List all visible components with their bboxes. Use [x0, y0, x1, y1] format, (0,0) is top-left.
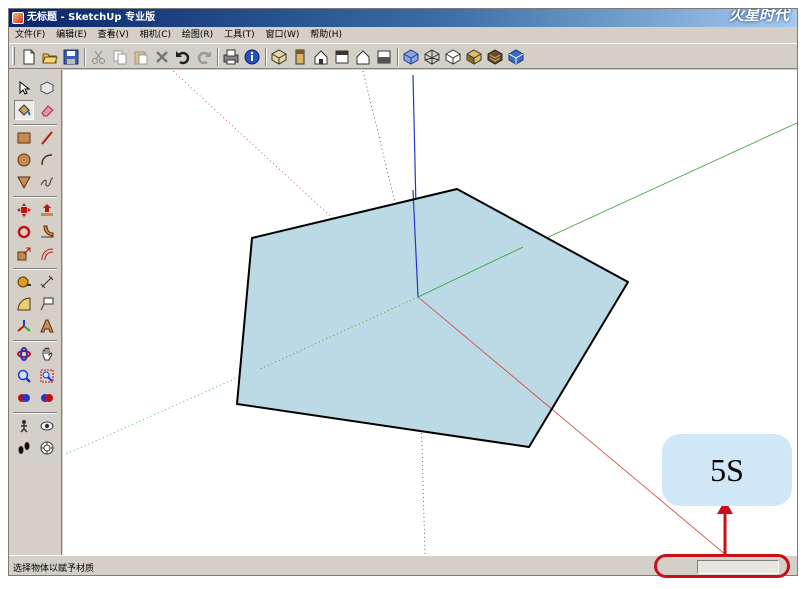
callout-arrow-icon — [717, 500, 733, 556]
offset-tool-icon[interactable] — [37, 244, 57, 264]
tool-separator — [13, 340, 57, 342]
sketchup-app-icon — [12, 12, 24, 24]
dimension-tool-icon[interactable] — [37, 272, 57, 292]
paint-bucket-tool-icon[interactable] — [14, 100, 34, 120]
3d-text-tool-icon[interactable] — [37, 316, 57, 336]
callout-label: 5S — [710, 451, 744, 488]
menu-camera[interactable]: 相机(C) — [140, 30, 171, 40]
cut-icon[interactable] — [89, 48, 109, 66]
tool-separator — [13, 412, 57, 414]
menu-draw[interactable]: 绘图(R) — [182, 30, 213, 40]
freehand-tool-icon[interactable] — [37, 172, 57, 192]
menu-file[interactable]: 文件(F) — [15, 30, 45, 40]
model-info-icon[interactable] — [242, 48, 262, 66]
tape-measure-tool-icon[interactable] — [14, 272, 34, 292]
back-view-icon[interactable] — [353, 48, 373, 66]
menu-tools[interactable]: 工具(T) — [224, 30, 255, 40]
menu-window[interactable]: 窗口(W) — [265, 30, 299, 40]
protractor-tool-icon[interactable] — [14, 294, 34, 314]
paste-icon[interactable] — [131, 48, 151, 66]
tool-separator — [13, 268, 57, 270]
large-tool-set — [9, 70, 62, 555]
axes-tool-icon[interactable] — [14, 316, 34, 336]
text-tool-icon[interactable] — [37, 294, 57, 314]
polygon-tool-icon[interactable] — [14, 172, 34, 192]
walk-tool-icon[interactable] — [14, 438, 34, 458]
previous-view-icon[interactable] — [14, 388, 34, 408]
toolbar-separator — [84, 48, 86, 66]
monochrome-icon[interactable] — [506, 48, 526, 66]
pan-tool-icon[interactable] — [37, 344, 57, 364]
zoom-window-tool-icon[interactable] — [37, 366, 57, 386]
save-icon[interactable] — [61, 48, 81, 66]
menu-view[interactable]: 查看(V) — [98, 30, 129, 40]
new-file-icon[interactable] — [19, 48, 39, 66]
xray-icon[interactable] — [401, 48, 421, 66]
right-view-icon[interactable] — [332, 48, 352, 66]
toolbar-separator — [397, 48, 399, 66]
tool-separator — [13, 196, 57, 198]
standard-toolbar — [9, 43, 797, 69]
component-tool-icon[interactable] — [37, 78, 57, 98]
move-tool-icon[interactable] — [14, 200, 34, 220]
title-bar: 无标题 - SketchUp 专业版 火星时代 w w w . h x s d … — [9, 9, 797, 35]
shaded-icon[interactable] — [464, 48, 484, 66]
menu-help[interactable]: 帮助(H) — [310, 30, 342, 40]
rotate-tool-icon[interactable] — [14, 222, 34, 242]
line-tool-icon[interactable] — [37, 128, 57, 148]
erase-icon[interactable] — [152, 48, 172, 66]
iso-view-icon[interactable] — [269, 48, 289, 66]
select-tool-icon[interactable] — [14, 78, 34, 98]
next-view-icon[interactable] — [37, 388, 57, 408]
window-title: 无标题 - SketchUp 专业版 — [27, 12, 156, 23]
section-plane-icon[interactable] — [37, 438, 57, 458]
toolbar-separator — [217, 48, 219, 66]
arc-tool-icon[interactable] — [37, 150, 57, 170]
undo-icon[interactable] — [173, 48, 193, 66]
rectangle-tool-icon[interactable] — [14, 128, 34, 148]
tool-separator — [13, 124, 57, 126]
position-camera-icon[interactable] — [14, 416, 34, 436]
toolbar-separator — [265, 48, 267, 66]
wireframe-icon[interactable] — [422, 48, 442, 66]
left-view-icon[interactable] — [374, 48, 394, 66]
front-view-icon[interactable] — [311, 48, 331, 66]
toolbar-grip[interactable] — [12, 47, 15, 65]
follow-me-tool-icon[interactable] — [37, 222, 57, 242]
status-text: 选择物体以赋予材质 — [13, 564, 95, 574]
callout-bubble: 5S — [662, 434, 792, 506]
top-view-icon[interactable] — [290, 48, 310, 66]
circle-tool-icon[interactable] — [14, 150, 34, 170]
hidden-line-icon[interactable] — [443, 48, 463, 66]
print-icon[interactable] — [221, 48, 241, 66]
copy-icon[interactable] — [110, 48, 130, 66]
zoom-tool-icon[interactable] — [14, 366, 34, 386]
menu-bar: 文件(F) 编辑(E) 查看(V) 相机(C) 绘图(R) 工具(T) 窗口(W… — [9, 27, 797, 43]
orbit-tool-icon[interactable] — [14, 344, 34, 364]
menu-edit[interactable]: 编辑(E) — [56, 30, 87, 40]
redo-icon[interactable] — [194, 48, 214, 66]
push-pull-tool-icon[interactable] — [37, 200, 57, 220]
look-around-icon[interactable] — [37, 416, 57, 436]
scale-tool-icon[interactable] — [14, 244, 34, 264]
shaded-texture-icon[interactable] — [485, 48, 505, 66]
open-file-icon[interactable] — [40, 48, 60, 66]
eraser-tool-icon[interactable] — [37, 100, 57, 120]
